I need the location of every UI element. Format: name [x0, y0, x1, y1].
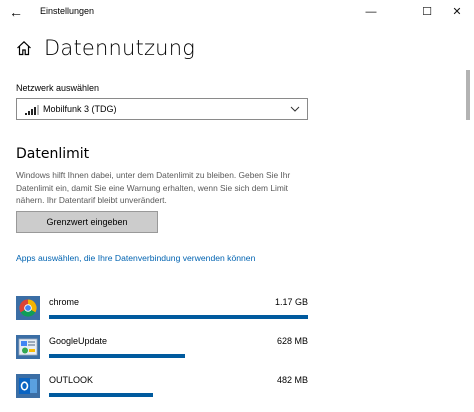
google-update-icon	[16, 335, 40, 359]
usage-bar	[49, 393, 154, 397]
app-row-outlook[interactable]: OUTLOOK 482 MB	[16, 374, 308, 410]
back-arrow-icon[interactable]: ←	[6, 2, 26, 22]
network-select-label: Netzwerk auswählen	[16, 83, 100, 93]
page-title: Datennutzung	[44, 36, 195, 60]
usage-bar-track	[49, 315, 308, 319]
choose-apps-link[interactable]: Apps auswählen, die Ihre Datenverbindung…	[16, 253, 255, 263]
scrollbar-thumb[interactable]	[466, 70, 470, 120]
signal-bars-icon	[25, 105, 39, 115]
app-data-size: 482 MB	[276, 375, 308, 385]
chrome-icon	[16, 296, 40, 320]
page-header: Datennutzung	[16, 36, 195, 60]
usage-bar-track	[49, 354, 308, 358]
enter-limit-button[interactable]: Grenzwert eingeben	[16, 211, 158, 233]
usage-bar-track	[49, 393, 308, 397]
app-data-size: 628 MB	[276, 336, 308, 346]
app-name: chrome	[49, 297, 80, 307]
network-dropdown-value: Mobilfunk 3 (TDG)	[43, 104, 117, 114]
title-bar: ← Einstellungen — ☐ ✕	[0, 0, 474, 24]
datalimit-heading: Datenlimit	[16, 146, 90, 162]
datalimit-description: Windows hilft Ihnen dabei, unter dem Dat…	[16, 170, 291, 205]
minimize-button[interactable]: —	[356, 0, 386, 24]
app-row-googleupdate[interactable]: GoogleUpdate 628 MB	[16, 335, 308, 371]
close-button[interactable]: ✕	[442, 0, 472, 24]
chevron-down-icon	[290, 106, 300, 112]
outlook-icon	[16, 374, 40, 398]
usage-bar	[49, 354, 185, 358]
app-row-chrome[interactable]: chrome 1.17 GB	[16, 296, 308, 332]
usage-bar	[49, 315, 308, 319]
network-dropdown[interactable]: Mobilfunk 3 (TDG)	[16, 98, 308, 120]
home-icon[interactable]	[16, 40, 32, 56]
window-title: Einstellungen	[40, 6, 95, 16]
app-name: GoogleUpdate	[49, 336, 108, 346]
app-data-size: 1.17 GB	[274, 297, 308, 307]
app-name: OUTLOOK	[49, 375, 94, 385]
maximize-button[interactable]: ☐	[412, 0, 442, 24]
